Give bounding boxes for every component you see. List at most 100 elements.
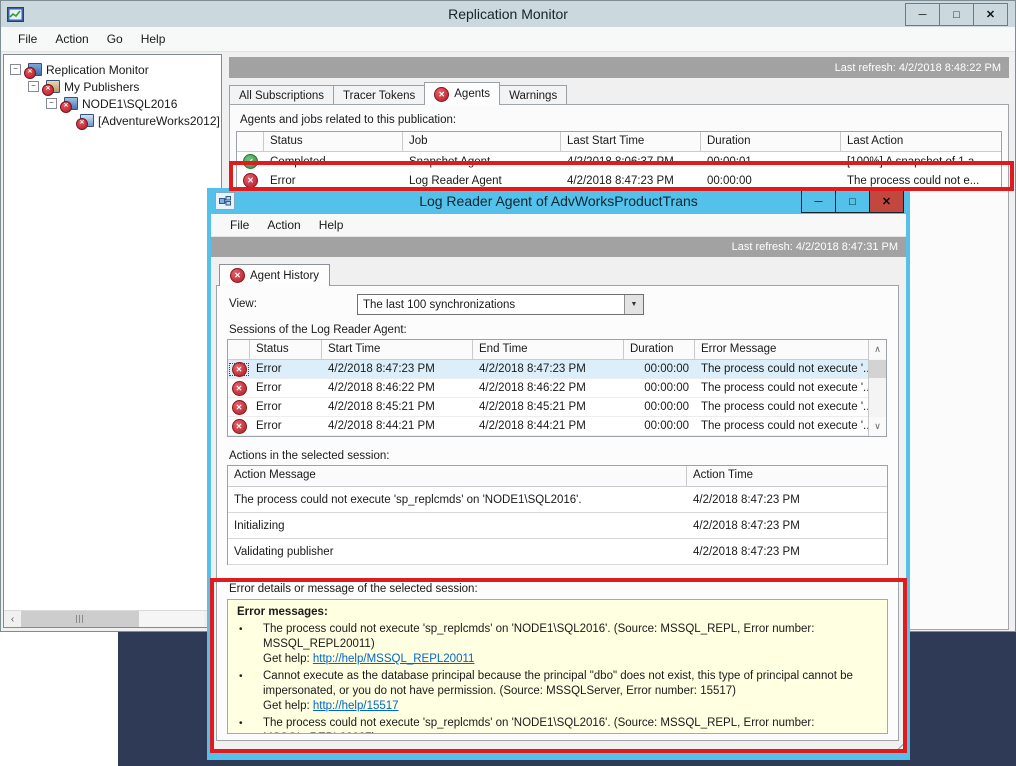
- main-titlebar[interactable]: Replication Monitor ─ □ ✕: [1, 1, 1015, 27]
- publishers-error-icon: ✕: [43, 79, 60, 94]
- col-job[interactable]: Job: [403, 132, 561, 151]
- error-messages-panel: Error messages: • The process could not …: [227, 599, 888, 734]
- main-window-title: Replication Monitor: [1, 6, 1015, 22]
- tree-item-my-publishers[interactable]: − ✕ My Publishers: [28, 78, 139, 95]
- col-start-time[interactable]: Start Time: [322, 340, 473, 359]
- main-last-refresh: Last refresh: 4/2/2018 8:48:22 PM: [835, 62, 1001, 74]
- menu-go[interactable]: Go: [98, 29, 132, 49]
- resize-grip[interactable]: [890, 740, 903, 753]
- session-row[interactable]: ✕ Error 4/2/2018 8:47:23 PM 4/2/2018 8:4…: [228, 360, 871, 379]
- actions-table-header: Action Message Action Time: [228, 466, 887, 487]
- dialog-status-strip: [216, 743, 901, 751]
- tree-collapse-icon[interactable]: −: [28, 81, 39, 92]
- log-reader-agent-dialog: Log Reader Agent of AdvWorksProductTrans…: [207, 188, 910, 760]
- tab-agent-history[interactable]: ✕ Agent History: [219, 264, 330, 286]
- scrollbar-thumb[interactable]: [21, 611, 139, 627]
- replication-monitor-error-icon: ✕: [25, 62, 42, 77]
- minimize-icon[interactable]: ─: [905, 3, 940, 26]
- error-details-label: Error details or message of the selected…: [229, 583, 478, 595]
- session-row[interactable]: ✕ Error 4/2/2018 8:46:22 PM 4/2/2018 8:4…: [228, 379, 871, 398]
- tree-collapse-icon[interactable]: −: [46, 98, 57, 109]
- col-last-start-time[interactable]: Last Start Time: [561, 132, 701, 151]
- chevron-down-icon[interactable]: ▼: [624, 295, 643, 314]
- help-link[interactable]: http://help/15517: [313, 700, 399, 712]
- error-icon: ✕: [243, 173, 258, 188]
- action-row[interactable]: Validating publisher 4/2/2018 8:47:23 PM: [228, 539, 887, 565]
- menu-help[interactable]: Help: [132, 29, 175, 49]
- error-icon: ✕: [434, 87, 449, 102]
- close-icon[interactable]: ✕: [973, 3, 1008, 26]
- col-duration[interactable]: Duration: [701, 132, 841, 151]
- dialog-menubar: File Action Help: [211, 214, 906, 237]
- dialog-titlebar[interactable]: Log Reader Agent of AdvWorksProductTrans…: [211, 188, 906, 214]
- log-reader-agent-app-icon: [215, 192, 235, 210]
- tab-all-subscriptions[interactable]: All Subscriptions: [229, 85, 334, 105]
- error-icon: ✕: [230, 268, 245, 283]
- error-message-item: • Cannot execute as the database princip…: [237, 669, 878, 714]
- col-action-message[interactable]: Action Message: [228, 466, 687, 486]
- replication-monitor-app-icon: [7, 7, 24, 22]
- tree-collapse-icon[interactable]: −: [10, 64, 21, 75]
- tab-warnings[interactable]: Warnings: [499, 85, 567, 105]
- maximize-icon[interactable]: □: [835, 190, 870, 213]
- tab-tracer-tokens[interactable]: Tracer Tokens: [333, 85, 425, 105]
- col-last-action[interactable]: Last Action: [841, 132, 1001, 151]
- actions-label: Actions in the selected session:: [229, 450, 389, 462]
- sessions-table-header: Status Start Time End Time Duration Erro…: [228, 340, 871, 360]
- scroll-down-icon[interactable]: ∨: [869, 417, 886, 436]
- menu-help[interactable]: Help: [310, 215, 353, 235]
- scroll-left-icon[interactable]: ‹: [4, 611, 21, 627]
- sessions-vertical-scrollbar[interactable]: ∧ ∨: [868, 340, 886, 436]
- col-end-time[interactable]: End Time: [473, 340, 624, 359]
- view-dropdown[interactable]: The last 100 synchronizations ▼: [357, 294, 644, 315]
- server-error-icon: ✕: [61, 96, 78, 111]
- bullet-icon: •: [239, 716, 243, 731]
- tree-item-node1-sql2016[interactable]: − ✕ NODE1\SQL2016: [46, 95, 177, 112]
- main-refresh-bar: Last refresh: 4/2/2018 8:48:22 PM: [229, 57, 1009, 78]
- dialog-refresh-bar: Last refresh: 4/2/2018 8:47:31 PM: [211, 237, 906, 257]
- error-icon: ✕: [232, 362, 247, 377]
- action-row[interactable]: The process could not execute 'sp_replcm…: [228, 487, 887, 513]
- main-menubar: File Action Go Help: [1, 27, 1015, 52]
- dialog-last-refresh: Last refresh: 4/2/2018 8:47:31 PM: [732, 241, 898, 253]
- col-status[interactable]: Status: [250, 340, 322, 359]
- actions-table: Action Message Action Time The process c…: [227, 465, 888, 565]
- menu-action[interactable]: Action: [46, 29, 97, 49]
- col-duration[interactable]: Duration: [624, 340, 695, 359]
- menu-file[interactable]: File: [221, 215, 258, 235]
- bullet-icon: •: [239, 669, 243, 684]
- error-messages-heading: Error messages:: [237, 605, 878, 620]
- error-message-item: • The process could not execute 'sp_repl…: [237, 622, 878, 667]
- menu-file[interactable]: File: [9, 29, 46, 49]
- close-icon[interactable]: ✕: [869, 190, 904, 213]
- error-icon: ✕: [232, 419, 247, 434]
- session-row[interactable]: ✕ Error 4/2/2018 8:45:21 PM 4/2/2018 8:4…: [228, 398, 871, 417]
- maximize-icon[interactable]: □: [939, 3, 974, 26]
- tab-agents[interactable]: ✕ Agents: [424, 82, 500, 105]
- col-status[interactable]: Status: [264, 132, 403, 151]
- tree-panel: − ✕ Replication Monitor − ✕ My Publisher…: [3, 54, 222, 628]
- scrollbar-thumb[interactable]: [869, 360, 886, 378]
- minimize-icon[interactable]: ─: [801, 190, 836, 213]
- agents-table-header: Status Job Last Start Time Duration Last…: [237, 132, 1001, 152]
- agent-row-snapshot[interactable]: ✓ Completed Snapshot Agent 4/2/2018 8:06…: [237, 152, 1001, 171]
- bullet-icon: •: [239, 622, 243, 637]
- view-dropdown-value: The last 100 synchronizations: [358, 299, 624, 311]
- col-action-time[interactable]: Action Time: [687, 466, 887, 486]
- action-row[interactable]: Initializing 4/2/2018 8:47:23 PM: [228, 513, 887, 539]
- session-row[interactable]: ✕ Error 4/2/2018 8:44:21 PM 4/2/2018 8:4…: [228, 417, 871, 436]
- scroll-up-icon[interactable]: ∧: [869, 340, 886, 359]
- error-icon: ✕: [232, 400, 247, 415]
- view-label: View:: [229, 298, 257, 310]
- tree-horizontal-scrollbar[interactable]: ‹ ›: [4, 610, 221, 627]
- agents-table: Status Job Last Start Time Duration Last…: [236, 131, 1002, 191]
- agent-history-panel: View: The last 100 synchronizations ▼ Se…: [216, 285, 899, 741]
- col-error-message[interactable]: Error Message: [695, 340, 871, 359]
- agents-section-label: Agents and jobs related to this publicat…: [240, 114, 1008, 126]
- tree-item-replication-monitor[interactable]: − ✕ Replication Monitor: [10, 61, 149, 78]
- help-link[interactable]: http://help/MSSQL_REPL20011: [313, 653, 475, 665]
- menu-action[interactable]: Action: [258, 215, 309, 235]
- tree-item-adventureworks2012[interactable]: ✕ [AdventureWorks2012]: [77, 112, 220, 129]
- sessions-table: Status Start Time End Time Duration Erro…: [227, 339, 887, 437]
- completed-icon: ✓: [243, 154, 258, 169]
